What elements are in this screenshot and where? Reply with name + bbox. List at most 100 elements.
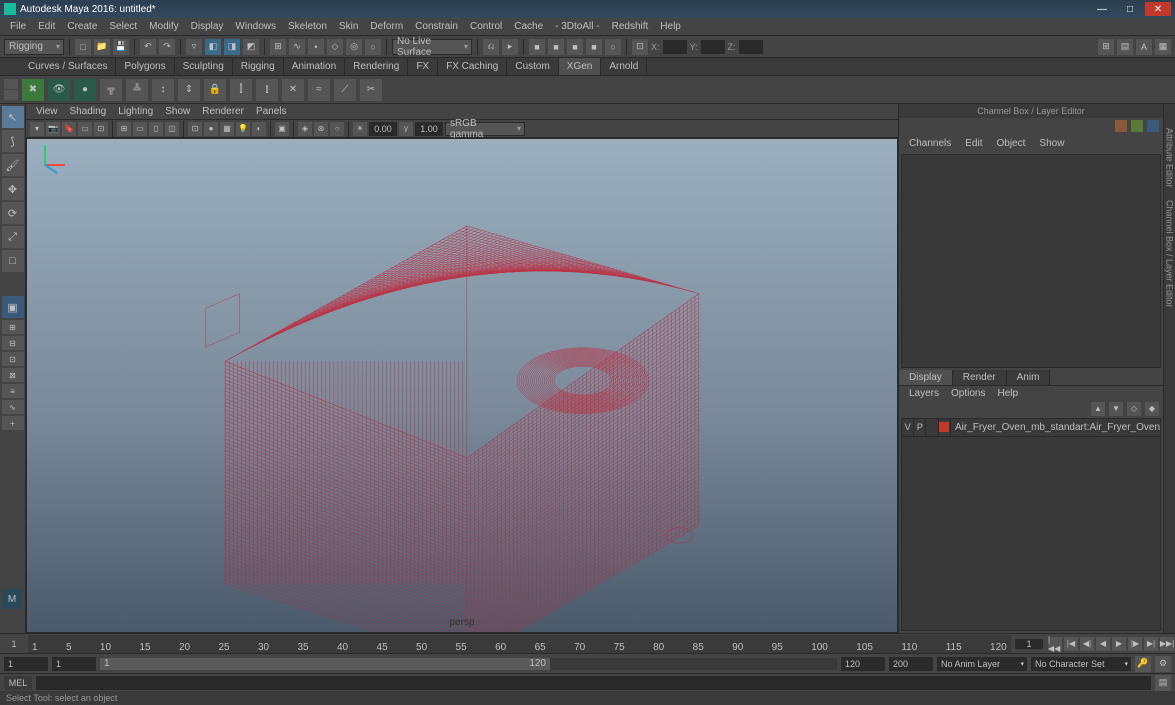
- redo-icon[interactable]: ↷: [159, 39, 175, 55]
- shadows-icon[interactable]: ◐: [252, 122, 266, 136]
- shelf-tab-sculpting[interactable]: Sculpting: [175, 58, 233, 75]
- image-plane-icon[interactable]: ▭: [78, 122, 92, 136]
- snap-curve-icon[interactable]: ∿: [289, 39, 305, 55]
- select-tool[interactable]: ↖: [2, 106, 24, 128]
- z-input[interactable]: [739, 40, 763, 54]
- xgen-eye-icon[interactable]: 👁: [48, 79, 70, 101]
- panel-menu-panels[interactable]: Panels: [250, 104, 293, 119]
- xgen-tool-1-icon[interactable]: ╦: [100, 79, 122, 101]
- panel-menu-lighting[interactable]: Lighting: [112, 104, 159, 119]
- xgen-tool-11-icon[interactable]: ✂: [360, 79, 382, 101]
- current-frame-field[interactable]: 1: [1015, 639, 1043, 649]
- new-scene-icon[interactable]: □: [75, 39, 91, 55]
- menu-deform[interactable]: Deform: [364, 19, 409, 34]
- move-tool[interactable]: ✥: [2, 178, 24, 200]
- shelf-toggle-down-icon[interactable]: [4, 90, 18, 100]
- channel-color-c-icon[interactable]: [1147, 120, 1159, 132]
- xgen-tool-9-icon[interactable]: ≈: [308, 79, 330, 101]
- menu-modify[interactable]: Modify: [143, 19, 184, 34]
- shelf-tab-xgen[interactable]: XGen: [559, 58, 602, 75]
- last-tool[interactable]: □: [2, 250, 24, 272]
- step-forward-icon[interactable]: |▶: [1128, 637, 1142, 651]
- shelf-tab-fxcaching[interactable]: FX Caching: [438, 58, 507, 75]
- two-pane-v-layout[interactable]: ⊡: [2, 352, 24, 366]
- menu-cache[interactable]: Cache: [508, 19, 549, 34]
- shelf-tab-arnold[interactable]: Arnold: [601, 58, 647, 75]
- range-start-inner[interactable]: 1: [52, 657, 96, 671]
- menu-skeleton[interactable]: Skeleton: [282, 19, 333, 34]
- xgen-tool-5-icon[interactable]: 🔒: [204, 79, 226, 101]
- transform-display-icon[interactable]: ⊡: [632, 39, 648, 55]
- single-pane-layout[interactable]: ▣: [2, 296, 24, 318]
- go-end-icon[interactable]: ▶▶|: [1160, 637, 1174, 651]
- layer-new-empty-icon[interactable]: ◇: [1127, 402, 1141, 416]
- camera-select-icon[interactable]: ▾: [30, 122, 44, 136]
- render-icon[interactable]: ■: [529, 39, 545, 55]
- render-settings-icon[interactable]: ■: [567, 39, 583, 55]
- live-surface-dropdown[interactable]: No Live Surface: [392, 39, 472, 55]
- play-back-icon[interactable]: ◀: [1096, 637, 1110, 651]
- xgen-tool-2-icon[interactable]: ╩: [126, 79, 148, 101]
- side-tab-attributeeditor[interactable]: Attribute Editor: [1165, 124, 1175, 192]
- range-end-inner[interactable]: 120: [841, 657, 885, 671]
- save-scene-icon[interactable]: 💾: [113, 39, 129, 55]
- render-frame-icon[interactable]: ▸: [502, 39, 518, 55]
- xray-joints-icon[interactable]: ⊛: [314, 122, 328, 136]
- shelf-tab-rigging[interactable]: Rigging: [233, 58, 284, 75]
- shelf-tab-fx[interactable]: FX: [408, 58, 438, 75]
- layer-menu-help[interactable]: Help: [991, 386, 1024, 401]
- xgen-tool-10-icon[interactable]: ⟋: [334, 79, 356, 101]
- select-mode-icon[interactable]: ▿: [186, 39, 202, 55]
- side-tab-channelboxlayereditor[interactable]: Channel Box / Layer Editor: [1165, 196, 1175, 312]
- layer-move-down-icon[interactable]: ▼: [1109, 402, 1123, 416]
- film-gate-icon[interactable]: ▭: [133, 122, 147, 136]
- shelf-toggle-up-icon[interactable]: [4, 79, 18, 89]
- two-pane-h-layout[interactable]: ⊟: [2, 336, 24, 350]
- maximize-button[interactable]: □: [1117, 2, 1143, 16]
- shelf-tab-curvessurfaces[interactable]: Curves / Surfaces: [20, 58, 116, 75]
- xgen-create-icon[interactable]: ✖: [22, 79, 44, 101]
- channel-list[interactable]: [901, 154, 1161, 368]
- time-slider[interactable]: 1 15101520253035404550556065707580859095…: [0, 633, 1175, 653]
- layer-visible-cell[interactable]: V: [902, 418, 914, 436]
- shaded-icon[interactable]: ●: [204, 122, 218, 136]
- custom-layout[interactable]: +: [2, 416, 24, 430]
- prefs-icon[interactable]: ⚙: [1155, 656, 1171, 672]
- scale-tool[interactable]: ⤢: [2, 226, 24, 248]
- layer-tab-display[interactable]: Display: [899, 370, 953, 385]
- open-scene-icon[interactable]: 📁: [94, 39, 110, 55]
- bookmark-icon[interactable]: 🔖: [62, 122, 76, 136]
- range-track[interactable]: 1 120: [100, 658, 837, 670]
- shelf-tab-rendering[interactable]: Rendering: [345, 58, 408, 75]
- menu-redshift[interactable]: Redshift: [606, 19, 655, 34]
- xgen-sphere-icon[interactable]: ●: [74, 79, 96, 101]
- menu-dtoall[interactable]: - 3DtoAll -: [549, 19, 605, 34]
- b-icon[interactable]: ▦: [1155, 39, 1171, 55]
- three-pane-layout[interactable]: ⊠: [2, 368, 24, 382]
- a-icon[interactable]: A: [1136, 39, 1152, 55]
- layer-color-cell[interactable]: [939, 418, 951, 436]
- range-start-outer[interactable]: 1: [4, 657, 48, 671]
- anim-layer-dropdown[interactable]: No Anim Layer: [937, 657, 1027, 671]
- resolution-gate-icon[interactable]: ▯: [149, 122, 163, 136]
- menu-create[interactable]: Create: [61, 19, 103, 34]
- panel-menu-renderer[interactable]: Renderer: [196, 104, 250, 119]
- gamma-icon[interactable]: γ: [399, 122, 413, 136]
- hypershade-icon[interactable]: ○: [605, 39, 621, 55]
- colorspace-dropdown[interactable]: sRGB gamma: [445, 122, 525, 136]
- channel-color-b-icon[interactable]: [1131, 120, 1143, 132]
- exposure-value[interactable]: 0.00: [369, 122, 397, 136]
- snap-center-icon[interactable]: ○: [365, 39, 381, 55]
- xray-icon[interactable]: ◈: [298, 122, 312, 136]
- select-hierarchy-icon[interactable]: ◩: [243, 39, 259, 55]
- render-view-icon[interactable]: ■: [586, 39, 602, 55]
- textured-icon[interactable]: ▦: [220, 122, 234, 136]
- xgen-tool-4-icon[interactable]: ⇕: [178, 79, 200, 101]
- time-ticks[interactable]: 1510152025303540455055606570758085909510…: [28, 635, 1011, 653]
- shelf-tab-custom[interactable]: Custom: [507, 58, 558, 75]
- ipr-render-icon[interactable]: ■: [548, 39, 564, 55]
- xgen-tool-7-icon[interactable]: ⫾: [256, 79, 278, 101]
- layer-playback-cell[interactable]: P: [914, 418, 926, 436]
- gate-mask-icon[interactable]: ◫: [165, 122, 179, 136]
- layer-tab-anim[interactable]: Anim: [1007, 370, 1051, 385]
